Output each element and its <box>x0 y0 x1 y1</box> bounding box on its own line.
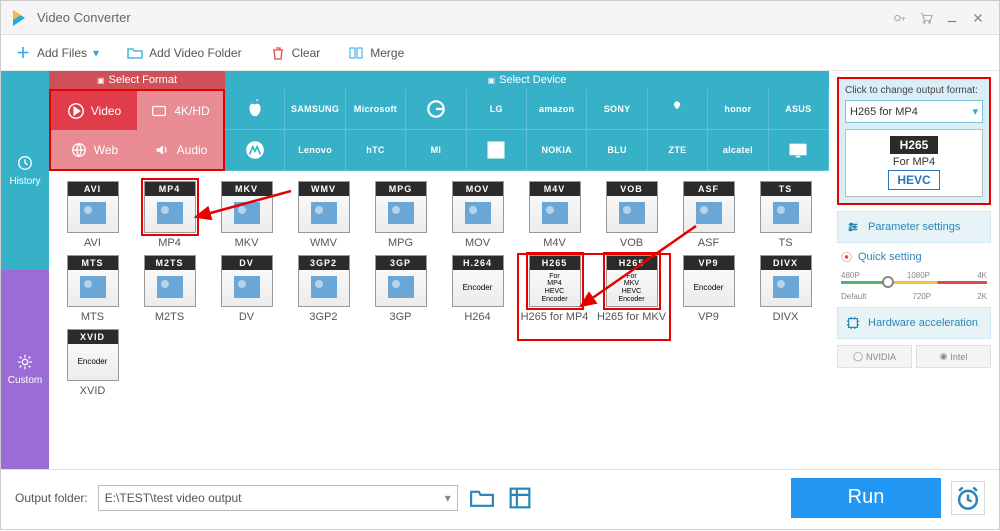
category-4k-hd[interactable]: 4K/HD <box>137 91 223 130</box>
merge-icon <box>348 45 364 61</box>
format-m2ts[interactable]: M2TSM2TS <box>134 255 205 323</box>
svg-text:1+: 1+ <box>491 146 503 157</box>
add-files-button[interactable]: ＋ Add Files ▾ <box>15 45 99 61</box>
device-honor[interactable]: honor <box>708 89 768 130</box>
add-folder-button[interactable]: Add Video Folder <box>127 45 242 61</box>
output-folder-input[interactable]: E:\TEST\test video output ▾ <box>98 485 458 511</box>
app-logo-icon <box>9 8 29 28</box>
format-xvid[interactable]: XVIDEncoderXVID <box>57 329 128 397</box>
folder-icon <box>127 45 143 61</box>
format-h265-for-mkv[interactable]: H265ForMKVHEVCEncoderH265 for MKV <box>596 255 667 323</box>
output-format-preview: H265 For MP4 HEVC <box>845 129 983 197</box>
close-button[interactable] <box>965 5 991 31</box>
intel-toggle[interactable]: ◉ Intel <box>916 345 991 368</box>
device-g[interactable] <box>406 89 466 130</box>
device-amazon[interactable]: amazon <box>527 89 587 130</box>
add-folder-label: Add Video Folder <box>149 46 242 60</box>
output-format-panel: Click to change output format: H265 for … <box>837 77 991 205</box>
clear-label: Clear <box>292 46 321 60</box>
device-microsoft[interactable]: Microsoft <box>346 89 406 130</box>
nvidia-toggle[interactable]: ◯ NVIDIA <box>837 345 912 368</box>
quick-setting-label: ⦿Quick setting <box>837 249 991 265</box>
format-mkv[interactable]: MKVMKV <box>211 181 282 249</box>
format-h265-for-mp4[interactable]: H265ForMP4HEVCEncoderH265 for MP4 <box>519 255 590 323</box>
device-samsung[interactable]: SAMSUNG <box>285 89 345 130</box>
browse-folder-button[interactable] <box>468 485 496 511</box>
format-divx[interactable]: DIVXDIVX <box>750 255 821 323</box>
device-moto[interactable] <box>225 130 285 171</box>
format-mpg[interactable]: MPGMPG <box>365 181 436 249</box>
open-folder-button[interactable] <box>506 485 534 511</box>
output-format-header: Click to change output format: <box>845 85 983 96</box>
device-htc[interactable]: hTC <box>346 130 406 171</box>
device-zte[interactable]: ZTE <box>648 130 708 171</box>
run-button[interactable]: Run <box>791 478 941 518</box>
merge-label: Merge <box>370 46 404 60</box>
format-vp9[interactable]: VP9EncoderVP9 <box>673 255 744 323</box>
hardware-accel-button[interactable]: Hardware acceleration <box>837 307 991 339</box>
output-folder-label: Output folder: <box>15 491 88 505</box>
clear-button[interactable]: Clear <box>270 45 321 61</box>
chevron-down-icon: ▾ <box>445 491 451 505</box>
merge-button[interactable]: Merge <box>348 45 404 61</box>
quality-slider[interactable]: 480P1080P4K Default720P2K <box>841 271 987 301</box>
history-label: History <box>9 176 40 187</box>
device-nokia[interactable]: NOKIA <box>527 130 587 171</box>
format-3gp[interactable]: 3GP3GP <box>365 255 436 323</box>
format-wmv[interactable]: WMVWMV <box>288 181 359 249</box>
device-asus[interactable]: ASUS <box>769 89 829 130</box>
cart-icon[interactable] <box>913 5 939 31</box>
history-tab[interactable]: History <box>1 71 49 270</box>
device-mi[interactable]: MI <box>406 130 466 171</box>
device-oneplus[interactable]: 1+ <box>467 130 527 171</box>
format-vob[interactable]: VOBVOB <box>596 181 667 249</box>
device-alcatel[interactable]: alcatel <box>708 130 768 171</box>
device-lg[interactable]: LG <box>467 89 527 130</box>
category-web[interactable]: Web <box>51 130 137 169</box>
title-bar: Video Converter <box>1 1 999 35</box>
format-mp4[interactable]: MP4MP4 <box>134 181 205 249</box>
device-apple[interactable] <box>225 89 285 130</box>
format-3gp2[interactable]: 3GP23GP2 <box>288 255 359 323</box>
format-mts[interactable]: MTSMTS <box>57 255 128 323</box>
key-icon[interactable] <box>887 5 913 31</box>
window-title: Video Converter <box>37 10 887 25</box>
format-grid: AVIAVIMP4MP4MKVMKVWMVWMVMPGMPGMOVMOVM4VM… <box>57 181 821 397</box>
parameter-settings-button[interactable]: Parameter settings <box>837 211 991 243</box>
add-files-label: Add Files <box>37 46 87 60</box>
format-dv[interactable]: DVDV <box>211 255 282 323</box>
slider-knob[interactable] <box>882 276 894 288</box>
custom-label: Custom <box>8 375 42 386</box>
minimize-button[interactable] <box>939 5 965 31</box>
bottom-bar: Output folder: E:\TEST\test video output… <box>1 469 999 525</box>
left-sidebar: History Custom <box>1 71 49 469</box>
custom-tab[interactable]: Custom <box>1 270 49 469</box>
category-audio[interactable]: Audio <box>137 130 223 169</box>
category-panel: Video 4K/HD Web Audio <box>49 89 225 171</box>
chevron-down-icon: ▾ <box>972 105 978 118</box>
device-blu[interactable]: BLU <box>587 130 647 171</box>
device-huawei[interactable] <box>648 89 708 130</box>
format-asf[interactable]: ASFASF <box>673 181 744 249</box>
format-avi[interactable]: AVIAVI <box>57 181 128 249</box>
output-format-select[interactable]: H265 for MP4 ▾ <box>845 100 983 123</box>
device-grid: SAMSUNGMicrosoft LGamazonSONY honorASUS Len… <box>225 89 829 171</box>
format-mov[interactable]: MOVMOV <box>442 181 513 249</box>
device-sony[interactable]: SONY <box>587 89 647 130</box>
right-panel: Click to change output format: H265 for … <box>829 71 999 469</box>
select-device-header: ▣Select Device <box>225 71 829 89</box>
schedule-button[interactable] <box>951 481 985 515</box>
tab-header: ▣Select Format ▣Select Device <box>49 71 829 89</box>
main-toolbar: ＋ Add Files ▾ Add Video Folder Clear Mer… <box>1 35 999 71</box>
format-ts[interactable]: TSTS <box>750 181 821 249</box>
select-format-header: ▣Select Format <box>49 71 225 89</box>
device-tv[interactable] <box>769 130 829 171</box>
format-m4v[interactable]: M4VM4V <box>519 181 590 249</box>
category-video[interactable]: Video <box>51 91 137 130</box>
trash-icon <box>270 45 286 61</box>
device-lenovo[interactable]: Lenovo <box>285 130 345 171</box>
format-h264[interactable]: H.264EncoderH264 <box>442 255 513 323</box>
